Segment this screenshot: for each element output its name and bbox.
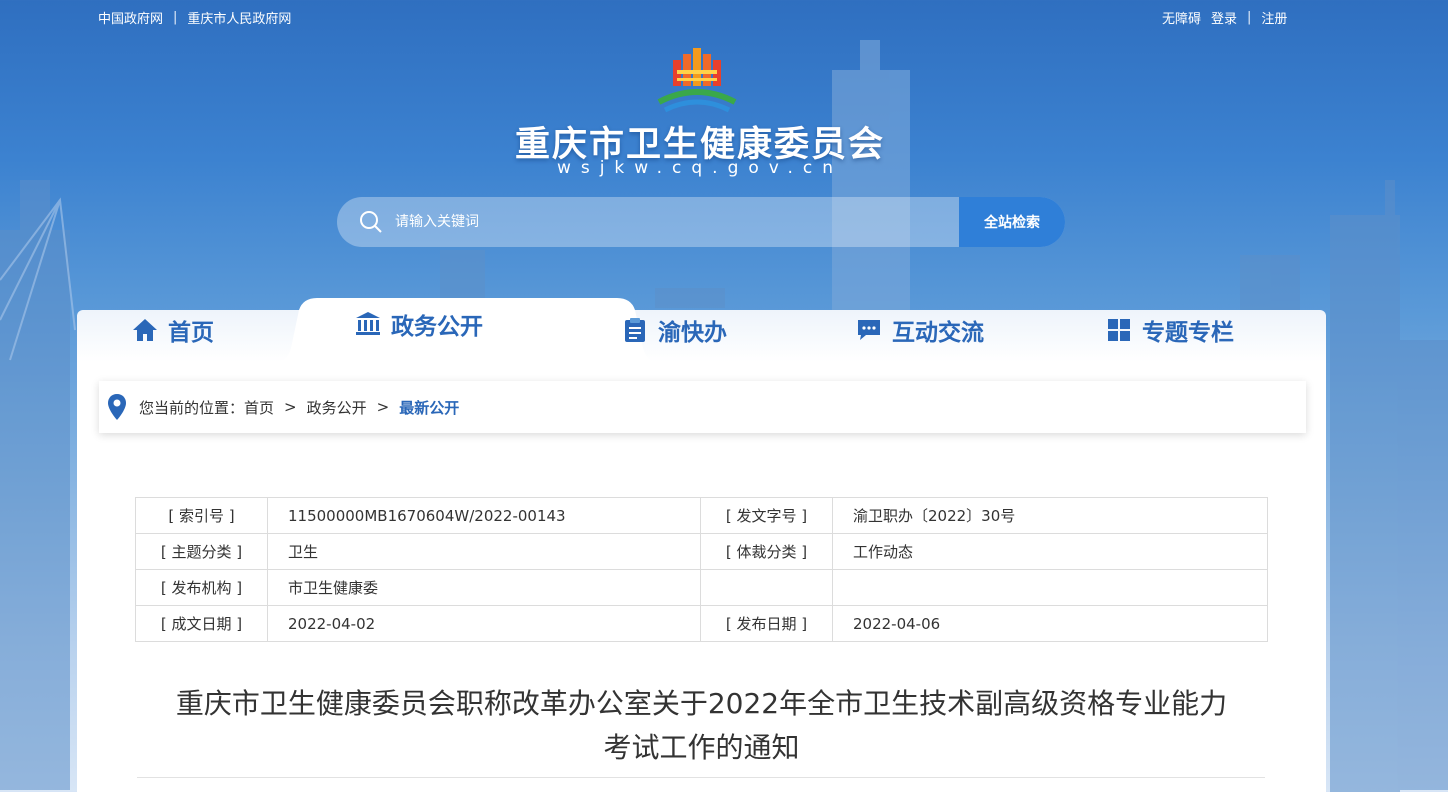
article-title-line: 重庆市卫生健康委员会职称改革办公室关于2022年全市卫生技术副高级资格专业能力 <box>175 687 1228 720</box>
grid-icon <box>1108 319 1130 341</box>
nav-item-special-topics[interactable]: 专题专栏 <box>1106 312 1234 348</box>
meta-value-created-date: 2022-04-02 <box>267 605 701 642</box>
breadcrumb-prefix: 您当前的位置： <box>139 398 245 417</box>
search-bar: 全站检索 <box>337 197 1065 247</box>
meta-label: [ 发布日期 ] <box>700 605 833 642</box>
home-icon <box>133 319 157 341</box>
login-link[interactable]: 登录 <box>1211 8 1237 27</box>
meta-value-doc-number: 渝卫职办〔2022〕30号 <box>832 497 1268 534</box>
breadcrumb-current[interactable]: 最新公开 <box>399 397 459 418</box>
nav-item-label: 政务公开 <box>391 314 483 340</box>
meta-value-genre: 工作动态 <box>832 533 1268 570</box>
main-nav: 首页 政务公开 渝快办 互动交流 专题专栏 <box>77 298 1326 362</box>
meta-label: [ 体裁分类 ] <box>700 533 833 570</box>
nav-item-home[interactable]: 首页 <box>132 312 214 348</box>
nav-item-yukuaiban[interactable]: 渝快办 <box>622 312 727 348</box>
meta-empty-cell <box>700 569 833 606</box>
article-title: 重庆市卫生健康委员会职称改革办公室关于2022年全市卫生技术副高级资格专业能力 … <box>135 682 1268 770</box>
table-row: [ 发布机构 ] 市卫生健康委 <box>135 569 1268 606</box>
breadcrumb-home[interactable]: 首页 <box>244 397 274 418</box>
breadcrumb-separator: > <box>284 398 297 416</box>
meta-label: [ 发布机构 ] <box>135 569 268 606</box>
link-gov-cn[interactable]: 中国政府网 <box>98 8 163 27</box>
meta-label: [ 索引号 ] <box>135 497 268 534</box>
clipboard-icon <box>625 318 645 342</box>
title-divider <box>137 777 1265 778</box>
government-icon <box>356 312 380 335</box>
commission-logo-icon[interactable] <box>655 44 739 116</box>
meta-value-topic: 卫生 <box>267 533 701 570</box>
breadcrumb-government-affairs[interactable]: 政务公开 <box>307 397 367 418</box>
meta-value-publisher: 市卫生健康委 <box>267 569 701 606</box>
nav-item-label: 首页 <box>168 320 214 346</box>
divider: | <box>1247 10 1252 25</box>
chat-icon <box>858 320 880 340</box>
table-row: [ 索引号 ] 11500000MB1670604W/2022-00143 [ … <box>135 497 1268 534</box>
nav-item-label: 专题专栏 <box>1142 320 1234 346</box>
accessibility-link[interactable]: 无障碍 <box>1162 8 1201 27</box>
meta-label: [ 成文日期 ] <box>135 605 268 642</box>
meta-label: [ 主题分类 ] <box>135 533 268 570</box>
top-links-left: 中国政府网 | 重庆市人民政府网 <box>98 8 291 27</box>
divider: | <box>173 10 178 25</box>
nav-item-government-affairs[interactable]: 政务公开 <box>355 306 483 342</box>
nav-item-label: 互动交流 <box>892 320 984 346</box>
document-meta-table: [ 索引号 ] 11500000MB1670604W/2022-00143 [ … <box>135 497 1268 642</box>
breadcrumb-separator: > <box>376 398 390 416</box>
location-pin-icon <box>108 394 126 420</box>
nav-item-label: 渝快办 <box>658 320 727 346</box>
link-cq-gov[interactable]: 重庆市人民政府网 <box>187 8 291 27</box>
site-search-button[interactable]: 全站检索 <box>959 197 1065 247</box>
nav-item-interaction[interactable]: 互动交流 <box>856 312 984 348</box>
breadcrumb: 您当前的位置： 首页 > 政务公开 > 最新公开 <box>99 381 1306 433</box>
meta-value-published-date: 2022-04-06 <box>832 605 1268 642</box>
meta-empty-cell <box>832 569 1268 606</box>
site-domain: wsjkw.cq.gov.cn <box>556 158 844 178</box>
meta-value-index: 11500000MB1670604W/2022-00143 <box>267 497 701 534</box>
article-title-line: 考试工作的通知 <box>603 731 800 764</box>
table-row: [ 成文日期 ] 2022-04-02 [ 发布日期 ] 2022-04-06 <box>135 605 1268 642</box>
top-bar: 中国政府网 | 重庆市人民政府网 无障碍 登录 | 注册 <box>0 8 1448 28</box>
meta-label: [ 发文字号 ] <box>700 497 833 534</box>
search-input[interactable] <box>395 197 955 247</box>
search-icon <box>360 211 382 233</box>
top-links-right: 无障碍 登录 | 注册 <box>1162 8 1287 27</box>
table-row: [ 主题分类 ] 卫生 [ 体裁分类 ] 工作动态 <box>135 533 1268 570</box>
register-link[interactable]: 注册 <box>1261 8 1287 27</box>
